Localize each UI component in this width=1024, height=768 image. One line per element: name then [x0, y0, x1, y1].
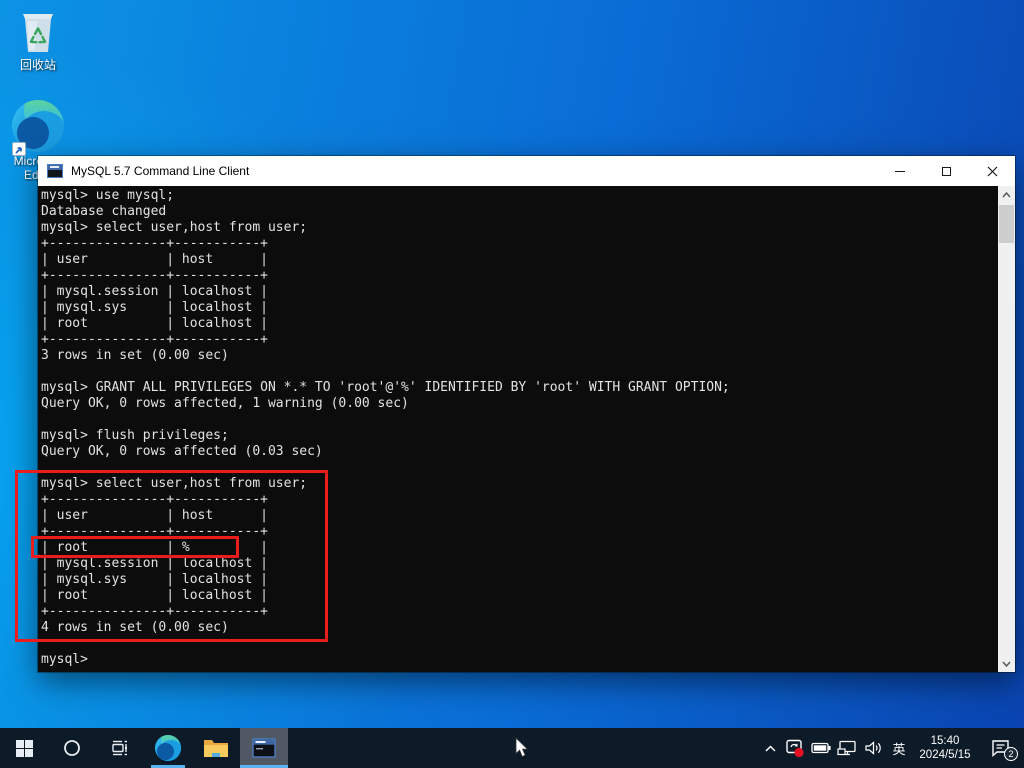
shortcut-arrow-icon: [12, 142, 26, 156]
chevron-down-icon: [1002, 661, 1011, 667]
task-view-icon: [110, 738, 130, 758]
file-explorer-button[interactable]: [192, 728, 240, 768]
recycle-bin-icon[interactable]: 回收站: [0, 8, 76, 72]
battery-icon: [810, 737, 832, 759]
clock-time: 15:40: [919, 734, 970, 748]
recycle-bin-label: 回收站: [0, 58, 76, 72]
minimize-button[interactable]: [877, 156, 923, 186]
volume-icon: [862, 737, 884, 759]
mouse-cursor: [515, 737, 530, 758]
scrollbar-thumb[interactable]: [999, 205, 1014, 243]
sync-icon: [784, 737, 806, 759]
terminal-scrollbar[interactable]: [998, 186, 1015, 672]
action-center-button[interactable]: 2: [978, 728, 1024, 768]
window-titlebar[interactable]: MySQL 5.7 Command Line Client: [38, 156, 1015, 186]
sync-alert-tray-icon[interactable]: [782, 728, 808, 768]
search-icon: [63, 739, 81, 757]
taskbar-clock[interactable]: 15:40 2024/5/15: [912, 728, 978, 768]
ime-indicator[interactable]: 英: [886, 728, 912, 768]
scroll-up-button[interactable]: [998, 186, 1015, 203]
start-button[interactable]: [0, 728, 48, 768]
network-tray-icon[interactable]: [834, 728, 860, 768]
network-icon: [836, 737, 858, 759]
chevron-up-icon: [1002, 192, 1011, 198]
clock-date: 2024/5/15: [919, 748, 970, 762]
volume-tray-icon[interactable]: [860, 728, 886, 768]
tray-expand-button[interactable]: [758, 728, 782, 768]
window-title: MySQL 5.7 Command Line Client: [71, 164, 249, 178]
windows-logo-icon: [16, 740, 33, 757]
maximize-button[interactable]: [923, 156, 969, 186]
search-button[interactable]: [48, 728, 96, 768]
maximize-icon: [942, 167, 951, 176]
chevron-up-icon: [765, 745, 776, 752]
taskbar-mysql-button[interactable]: [240, 728, 288, 768]
recycle-bin-glyph: [15, 8, 61, 56]
file-explorer-icon: [203, 737, 229, 759]
minimize-icon: [895, 171, 905, 172]
mysql-window-icon: [47, 164, 63, 178]
annotation-rect-inner: [31, 536, 239, 558]
close-icon: [987, 166, 998, 177]
close-button[interactable]: [969, 156, 1015, 186]
mysql-cli-icon: [251, 736, 277, 760]
battery-tray-icon[interactable]: [808, 728, 834, 768]
task-view-button[interactable]: [96, 728, 144, 768]
taskbar-edge-button[interactable]: [144, 728, 192, 768]
notification-badge: 2: [1004, 747, 1018, 761]
edge-icon: [155, 735, 181, 761]
scroll-down-button[interactable]: [998, 655, 1015, 672]
desktop: 回收站 Microsoft Edge MySQL 5.7 Command Lin…: [0, 0, 1024, 768]
taskbar: 英 15:40 2024/5/15 2: [0, 728, 1024, 768]
